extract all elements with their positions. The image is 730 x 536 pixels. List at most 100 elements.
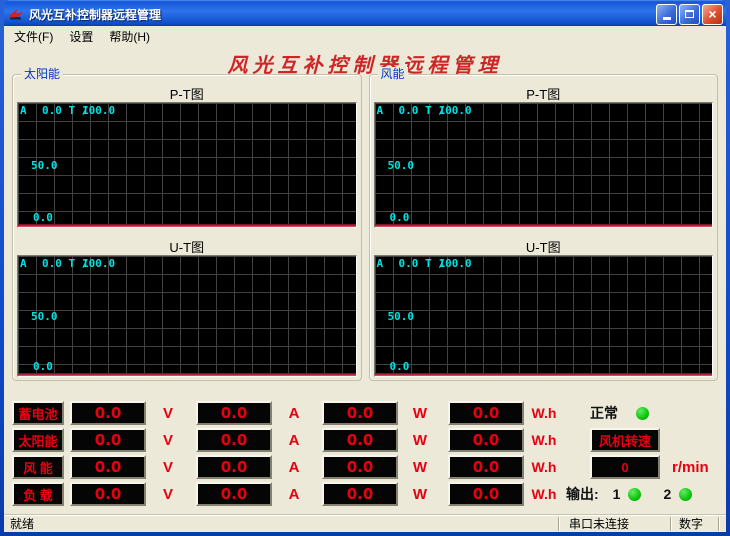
wind-current-display: 0.0: [196, 455, 272, 479]
readout-row-load: 负 载 0.0 V 0.0 A 0.0 W 0.0 W.h 输出: 1 2: [12, 482, 718, 506]
unit-watthour: W.h: [524, 459, 564, 475]
wind-power-display: 0.0: [322, 455, 398, 479]
x-axis-line: [375, 373, 713, 376]
battery-energy-display: 0.0: [448, 401, 524, 425]
axis-label: A: [377, 105, 384, 117]
unit-watthour: W.h: [524, 486, 564, 502]
load-power-display: 0.0: [322, 482, 398, 506]
unit-amp: A: [272, 432, 316, 449]
fan-speed-value-widget: 0 r/min: [564, 455, 718, 479]
solar-current-display: 0.0: [196, 428, 272, 452]
statusbar: 就绪 串口未连接 数字: [4, 514, 726, 532]
unit-watt: W: [398, 405, 442, 422]
axis-label: 0.0: [33, 212, 53, 224]
menu-settings[interactable]: 设置: [61, 26, 101, 47]
solar-label: 太阳能: [12, 428, 64, 452]
fan-speed-unit: r/min: [672, 459, 709, 476]
x-axis-line: [18, 224, 356, 227]
page-title: 风光互补控制器远程管理: [4, 47, 726, 73]
battery-power-display: 0.0: [322, 401, 398, 425]
unit-watt: W: [398, 459, 442, 476]
maximize-button[interactable]: [679, 4, 700, 25]
wind-ut-chart-title: U-T图: [370, 237, 718, 253]
axis-label: 0.0: [390, 212, 410, 224]
chart-groups: 太阳能 P-T图 A 0.0 T / 100.0 50.0 0.0 U-T图 A…: [4, 74, 726, 381]
solar-pt-chart-title: P-T图: [13, 84, 361, 100]
window-title: 风光互补控制器远程管理: [29, 6, 656, 23]
minimize-button[interactable]: [656, 4, 677, 25]
readout-row-wind: 风 能 0.0 V 0.0 A 0.0 W 0.0 W.h 0 r/min: [12, 455, 718, 479]
battery-voltage-display: 0.0: [70, 401, 146, 425]
battery-current-display: 0.0: [196, 401, 272, 425]
readout-row-solar: 太阳能 0.0 V 0.0 A 0.0 W 0.0 W.h 风机转速: [12, 428, 718, 452]
wind-pt-chart: A 0.0 T / 100.0 50.0 0.0: [374, 102, 714, 228]
statusbar-end-panel: [718, 517, 726, 531]
solar-energy-display: 0.0: [448, 428, 524, 452]
axis-label: 50.0: [31, 311, 58, 323]
unit-volt: V: [146, 459, 190, 476]
axis-label: 100.0: [82, 258, 115, 270]
output-label: 输出:: [566, 484, 599, 504]
output-2-led: [679, 488, 692, 501]
app-window: 风光互补控制器远程管理 × 文件(F) 设置 帮助(H) 风光互补控制器远程管理…: [0, 0, 730, 536]
close-icon: ×: [708, 7, 716, 21]
axis-label: 100.0: [82, 105, 115, 117]
menubar: 文件(F) 设置 帮助(H): [4, 26, 726, 47]
status-normal-led: [636, 407, 649, 420]
unit-watt: W: [398, 432, 442, 449]
unit-volt: V: [146, 486, 190, 503]
statusbar-num-mode: 数字: [670, 517, 718, 531]
wind-energy-display: 0.0: [448, 455, 524, 479]
statusbar-serial-status: 串口未连接: [558, 517, 670, 531]
axis-label: 100.0: [439, 258, 472, 270]
status-normal-label: 正常: [590, 403, 618, 423]
fan-speed-display: 0: [590, 455, 660, 479]
unit-amp: A: [272, 405, 316, 422]
unit-volt: V: [146, 432, 190, 449]
x-axis-line: [18, 373, 356, 376]
output-1-label: 1: [613, 486, 621, 502]
fan-speed-label: 风机转速: [590, 428, 660, 452]
panel-solar-label: 太阳能: [21, 67, 63, 81]
menu-file[interactable]: 文件(F): [6, 26, 61, 47]
x-axis-line: [375, 224, 713, 227]
output-2-label: 2: [663, 486, 671, 502]
wind-voltage-display: 0.0: [70, 455, 146, 479]
close-button[interactable]: ×: [702, 4, 723, 25]
fan-speed-widget: 风机转速: [564, 428, 718, 452]
axis-label: 0.0: [33, 361, 53, 373]
output-1-led: [628, 488, 641, 501]
output-widget: 输出: 1 2: [564, 484, 718, 504]
unit-volt: V: [146, 405, 190, 422]
load-label: 负 载: [12, 482, 64, 506]
wind-ut-chart: A 0.0 T / 100.0 50.0 0.0: [374, 255, 714, 377]
maximize-icon: [685, 10, 694, 18]
solar-power-display: 0.0: [322, 428, 398, 452]
axis-label: 50.0: [388, 311, 415, 323]
client-area: 文件(F) 设置 帮助(H) 风光互补控制器远程管理 太阳能 P-T图 A 0.…: [4, 26, 726, 532]
unit-watt: W: [398, 486, 442, 503]
readout-panel: 蓄电池 0.0 V 0.0 A 0.0 W 0.0 W.h 正常 太阳能: [4, 401, 726, 506]
readout-row-battery: 蓄电池 0.0 V 0.0 A 0.0 W 0.0 W.h 正常: [12, 401, 718, 425]
window-controls: ×: [656, 4, 723, 25]
panel-wind-label: 风能: [378, 67, 408, 81]
axis-label: 100.0: [439, 105, 472, 117]
unit-amp: A: [272, 486, 316, 503]
main-content: 风光互补控制器远程管理 太阳能 P-T图 A 0.0 T / 100.0 50.…: [4, 47, 726, 514]
axis-label: A: [20, 105, 27, 117]
solar-pt-chart: A 0.0 T / 100.0 50.0 0.0: [17, 102, 357, 228]
axis-label: 50.0: [31, 160, 58, 172]
unit-amp: A: [272, 459, 316, 476]
system-status: 正常: [564, 403, 718, 423]
load-current-display: 0.0: [196, 482, 272, 506]
panel-wind: 风能 P-T图 A 0.0 T / 100.0 50.0 0.0 U-T图 A …: [369, 74, 719, 381]
panel-solar: 太阳能 P-T图 A 0.0 T / 100.0 50.0 0.0 U-T图 A…: [12, 74, 362, 381]
minimize-icon: [663, 17, 671, 20]
axis-label: 0.0: [390, 361, 410, 373]
axis-label: 50.0: [388, 160, 415, 172]
battery-label: 蓄电池: [12, 401, 64, 425]
solar-ut-chart: A 0.0 T / 100.0 50.0 0.0: [17, 255, 357, 377]
load-voltage-display: 0.0: [70, 482, 146, 506]
menu-help[interactable]: 帮助(H): [101, 26, 158, 47]
axis-label: A: [377, 258, 384, 270]
